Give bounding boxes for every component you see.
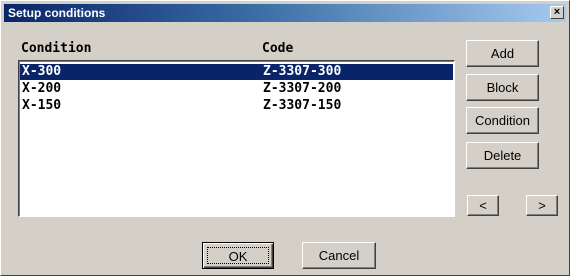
title-bar[interactable]: Setup conditions × [4, 4, 566, 22]
ok-button[interactable]: OK [202, 242, 274, 269]
list-item[interactable]: X-300 Z-3307-300 [20, 64, 453, 80]
cancel-button[interactable]: Cancel [302, 242, 376, 269]
close-icon: × [553, 6, 561, 18]
list-item[interactable]: X-200 Z-3307-200 [20, 81, 453, 97]
block-button[interactable]: Block [466, 74, 539, 101]
condition-cell: X-150 [22, 98, 62, 113]
column-header-condition: Condition [21, 41, 92, 56]
condition-cell: X-200 [22, 81, 62, 96]
chevron-left-icon: < [479, 198, 487, 213]
condition-button[interactable]: Condition [466, 107, 539, 134]
conditions-list[interactable]: X-300 Z-3307-300 X-200 Z-3307-200 X-150 … [18, 60, 455, 217]
chevron-right-icon: > [538, 198, 546, 213]
previous-button[interactable]: < [467, 195, 499, 216]
code-cell: Z-3307-300 [263, 64, 342, 79]
code-cell: Z-3307-200 [263, 81, 342, 96]
add-button[interactable]: Add [466, 40, 539, 67]
delete-button[interactable]: Delete [466, 142, 539, 169]
next-button[interactable]: > [526, 195, 558, 216]
window-title: Setup conditions [8, 6, 106, 20]
focus-rectangle: OK [207, 247, 269, 264]
column-header-code: Code [262, 41, 294, 56]
close-button[interactable]: × [550, 6, 564, 19]
code-cell: Z-3307-150 [263, 98, 342, 113]
setup-conditions-dialog: Setup conditions × Condition Code X-300 … [0, 0, 570, 276]
condition-cell: X-300 [22, 64, 62, 79]
list-item[interactable]: X-150 Z-3307-150 [20, 98, 453, 114]
